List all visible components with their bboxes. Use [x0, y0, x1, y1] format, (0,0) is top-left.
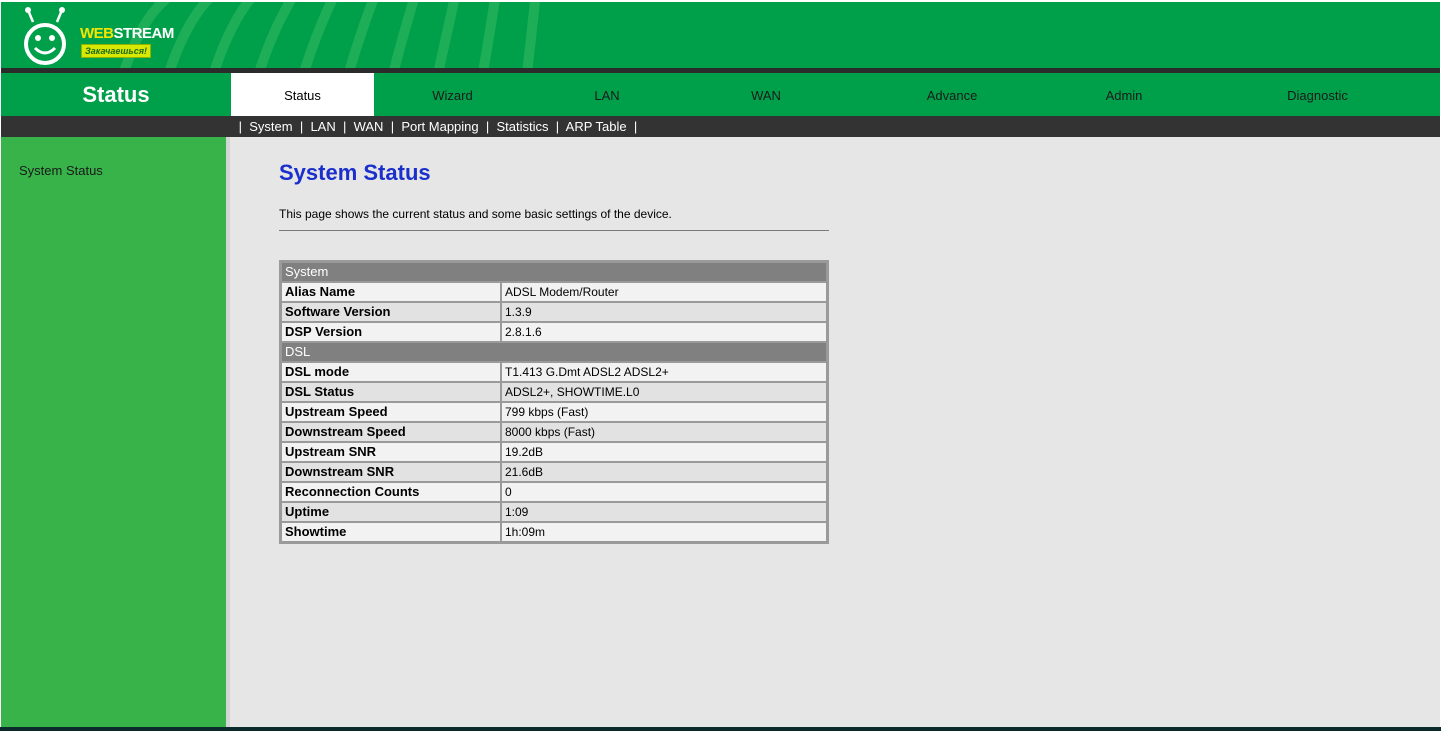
row-label: DSL mode: [281, 362, 501, 382]
content-divider: [279, 230, 829, 231]
row-label: DSP Version: [281, 322, 501, 342]
tab-status[interactable]: Status: [231, 73, 374, 116]
sidebar: System Status: [1, 137, 226, 731]
row-value: 1:09: [501, 502, 827, 522]
subnav-link-port-mapping[interactable]: Port Mapping: [401, 119, 478, 134]
row-value: 2.8.1.6: [501, 322, 827, 342]
subnav-link-lan[interactable]: LAN: [310, 119, 335, 134]
table-row: Alias Name ADSL Modem/Router: [281, 282, 827, 302]
brand-name: WEBSTREAM: [80, 25, 174, 42]
row-value: 0: [501, 482, 827, 502]
table-row: DSL mode T1.413 G.Dmt ADSL2 ADSL2+: [281, 362, 827, 382]
subnav-link-wan[interactable]: WAN: [354, 119, 384, 134]
brand-slogan: Закачаешься!: [81, 44, 152, 58]
main-nav-bar: Status Status Wizard LAN WAN Advance Adm…: [1, 73, 1440, 116]
row-value: T1.413 G.Dmt ADSL2 ADSL2+: [501, 362, 827, 382]
row-value: 1h:09m: [501, 522, 827, 542]
table-row: Showtime 1h:09m: [281, 522, 827, 542]
row-value: 21.6dB: [501, 462, 827, 482]
row-value: ADSL2+, SHOWTIME.L0: [501, 382, 827, 402]
table-row: Reconnection Counts 0: [281, 482, 827, 502]
sub-nav-separator: |: [387, 119, 398, 134]
page-description: This page shows the current status and s…: [279, 207, 672, 221]
row-value: ADSL Modem/Router: [501, 282, 827, 302]
main-content: System Status This page shows the curren…: [230, 137, 1440, 731]
section-header-dsl: DSL: [281, 342, 827, 362]
row-label: Reconnection Counts: [281, 482, 501, 502]
bottom-edge: [0, 727, 1441, 731]
banner-arcs-decoration: [120, 2, 540, 68]
table-section-header: System: [281, 262, 827, 282]
row-label: Software Version: [281, 302, 501, 322]
table-row: DSL Status ADSL2+, SHOWTIME.L0: [281, 382, 827, 402]
section-title: Status: [82, 82, 150, 107]
smiley-antenna-logo-icon: [24, 7, 66, 65]
row-label: Downstream SNR: [281, 462, 501, 482]
tab-lan[interactable]: LAN: [531, 73, 683, 116]
sub-nav-separator: |: [339, 119, 350, 134]
sub-nav-separator: |: [630, 119, 641, 134]
section-header-system: System: [281, 262, 827, 282]
row-label: Upstream Speed: [281, 402, 501, 422]
tab-diagnostic[interactable]: Diagnostic: [1193, 73, 1440, 116]
row-value: 8000 kbps (Fast): [501, 422, 827, 442]
table-row: Upstream SNR 19.2dB: [281, 442, 827, 462]
sub-nav-separator: |: [552, 119, 563, 134]
tab-advance[interactable]: Advance: [849, 73, 1055, 116]
row-label: Alias Name: [281, 282, 501, 302]
sub-nav-separator: |: [235, 119, 246, 134]
tab-admin[interactable]: Admin: [1055, 73, 1193, 116]
table-row: Uptime 1:09: [281, 502, 827, 522]
row-label: Upstream SNR: [281, 442, 501, 462]
tab-wan[interactable]: WAN: [683, 73, 849, 116]
sub-nav-separator: |: [296, 119, 307, 134]
header-banner: WEBSTREAM Закачаешься!: [1, 2, 1440, 68]
row-value: 799 kbps (Fast): [501, 402, 827, 422]
sidebar-item-system-status[interactable]: System Status: [19, 163, 103, 178]
table-row: Software Version 1.3.9: [281, 302, 827, 322]
row-label: Showtime: [281, 522, 501, 542]
table-row: Upstream Speed 799 kbps (Fast): [281, 402, 827, 422]
status-table: System Alias Name ADSL Modem/Router Soft…: [279, 260, 829, 544]
brand-name-stream: STREAM: [113, 25, 175, 42]
table-row: DSP Version 2.8.1.6: [281, 322, 827, 342]
tab-wizard[interactable]: Wizard: [374, 73, 531, 116]
subnav-link-statistics[interactable]: Statistics: [497, 119, 549, 134]
row-label: Uptime: [281, 502, 501, 522]
sub-nav-links: | System | LAN | WAN | Port Mapping | St…: [235, 116, 641, 137]
row-value: 1.3.9: [501, 302, 827, 322]
row-label: DSL Status: [281, 382, 501, 402]
router-web-ui: WEBSTREAM Закачаешься! Status Status Wiz…: [1, 2, 1440, 731]
table-section-header: DSL: [281, 342, 827, 362]
row-label: Downstream Speed: [281, 422, 501, 442]
table-row: Downstream Speed 8000 kbps (Fast): [281, 422, 827, 442]
sub-nav-separator: |: [482, 119, 493, 134]
subnav-link-arp-table[interactable]: ARP Table: [566, 119, 627, 134]
subnav-link-system[interactable]: System: [249, 119, 292, 134]
page-title: System Status: [279, 160, 431, 185]
table-row: Downstream SNR 21.6dB: [281, 462, 827, 482]
row-value: 19.2dB: [501, 442, 827, 462]
brand-name-web: WEB: [80, 25, 114, 42]
sub-nav-bar: | System | LAN | WAN | Port Mapping | St…: [1, 116, 1440, 137]
